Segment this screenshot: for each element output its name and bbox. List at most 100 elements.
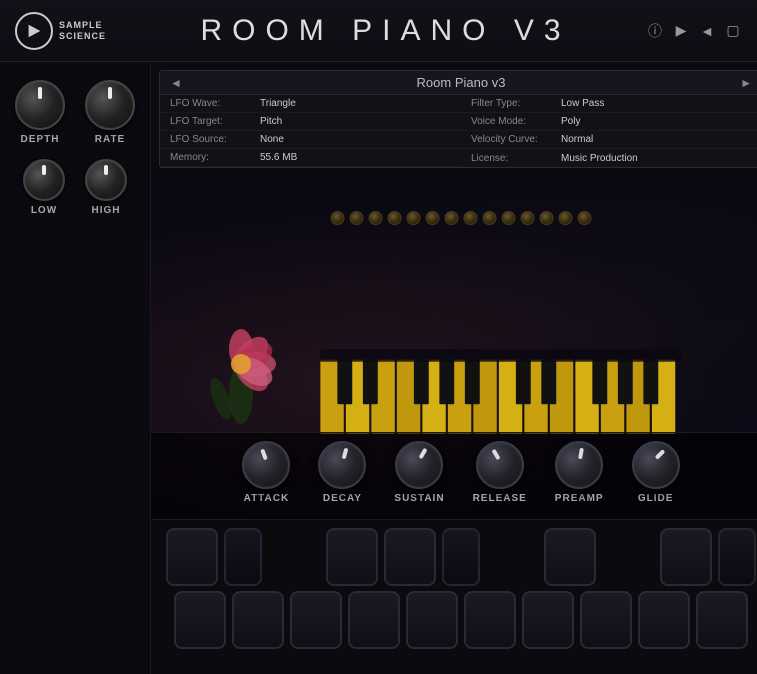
- attack-container: ATTACK: [242, 441, 290, 504]
- voice-mode-row: Voice Mode: Poly: [461, 113, 757, 131]
- sustain-container: SUSTAIN: [394, 441, 444, 504]
- info-icon[interactable]: ⓘ: [646, 21, 664, 41]
- key-pad[interactable]: [544, 528, 596, 586]
- piano-keys-visual: [251, 349, 751, 434]
- info-title-row: ◄ Room Piano v3 ►: [160, 71, 757, 95]
- filter-type-value[interactable]: Low Pass: [561, 98, 752, 109]
- key-pad[interactable]: [638, 591, 690, 649]
- low-label: LOW: [31, 205, 57, 216]
- pad-dot: [521, 211, 535, 225]
- depth-knob-container: DEPTH: [15, 80, 65, 145]
- sustain-label: SUSTAIN: [394, 493, 444, 504]
- preamp-knob[interactable]: [555, 441, 603, 489]
- key-pad[interactable]: [660, 528, 712, 586]
- rate-knob-container: RATE: [85, 80, 135, 145]
- high-knob[interactable]: [85, 159, 127, 201]
- key-pad[interactable]: [174, 591, 226, 649]
- depth-knob[interactable]: [15, 80, 65, 130]
- high-label: HIGH: [92, 205, 121, 216]
- key-pad[interactable]: [464, 591, 516, 649]
- window-icon[interactable]: ▢: [724, 22, 742, 39]
- header: SAMPLE SCIENCE ROOM PIANO V3 ⓘ ▶ ◄ ▢: [0, 0, 757, 62]
- low-knob[interactable]: [23, 159, 65, 201]
- filter-type-row: Filter Type: Low Pass: [461, 95, 757, 113]
- license-value: Music Production: [561, 153, 752, 164]
- piano-area: ATTACK DECAY SUSTAIN RELEASE: [151, 176, 757, 519]
- black-key-pad[interactable]: [718, 528, 756, 586]
- lfo-target-label: LFO Target:: [170, 116, 260, 127]
- left-panel: DEPTH RATE LOW HIGH: [0, 62, 151, 674]
- next-preset-button[interactable]: ►: [740, 76, 752, 90]
- header-icons: ⓘ ▶ ◄ ▢: [646, 21, 742, 41]
- sustain-knob[interactable]: [395, 441, 443, 489]
- main-area: DEPTH RATE LOW HIGH: [0, 62, 757, 674]
- key-pad[interactable]: [232, 591, 284, 649]
- memory-value: 55.6 MB: [260, 152, 451, 163]
- memory-label: Memory:: [170, 152, 260, 163]
- key-pad[interactable]: [290, 591, 342, 649]
- decay-label: DECAY: [323, 493, 362, 504]
- release-container: RELEASE: [473, 441, 527, 504]
- velocity-curve-row: Velocity Curve: Normal: [461, 131, 757, 149]
- key-pad[interactable]: [166, 528, 218, 586]
- preamp-label: PREAMP: [555, 493, 604, 504]
- voice-mode-value[interactable]: Poly: [561, 116, 752, 127]
- rewind-icon[interactable]: ◄: [698, 23, 716, 39]
- release-label: RELEASE: [473, 493, 527, 504]
- lfo-source-value[interactable]: None: [260, 134, 451, 145]
- glide-label: GLIDE: [638, 493, 674, 504]
- voice-mode-label: Voice Mode:: [471, 116, 561, 127]
- glide-container: GLIDE: [632, 441, 680, 504]
- pad-dot: [464, 211, 478, 225]
- velocity-curve-label: Velocity Curve:: [471, 134, 561, 145]
- lfo-wave-label: LFO Wave:: [170, 98, 260, 109]
- center-panel: ◄ Room Piano v3 ► LFO Wave: Triangle Fil…: [151, 62, 757, 674]
- rate-knob[interactable]: [85, 80, 135, 130]
- pad-dots-row: [331, 211, 592, 225]
- key-pad[interactable]: [580, 591, 632, 649]
- prev-preset-button[interactable]: ◄: [170, 76, 182, 90]
- key-pad[interactable]: [696, 591, 748, 649]
- bottom-knob-row: LOW HIGH: [15, 159, 135, 216]
- lfo-wave-value[interactable]: Triangle: [260, 98, 451, 109]
- black-key-pad[interactable]: [224, 528, 262, 586]
- velocity-curve-value[interactable]: Normal: [561, 134, 752, 145]
- preamp-container: PREAMP: [555, 441, 604, 504]
- decay-knob[interactable]: [318, 441, 366, 489]
- play-icon[interactable]: ▶: [672, 22, 690, 39]
- black-key-pad[interactable]: [442, 528, 480, 586]
- keyboard-top-row: [163, 528, 757, 586]
- key-pad[interactable]: [348, 591, 400, 649]
- key-pad[interactable]: [326, 528, 378, 586]
- info-grid: LFO Wave: Triangle Filter Type: Low Pass…: [160, 95, 757, 167]
- pad-dot: [388, 211, 402, 225]
- lfo-target-value[interactable]: Pitch: [260, 116, 451, 127]
- filter-type-label: Filter Type:: [471, 98, 561, 109]
- logo-text: SAMPLE SCIENCE: [59, 20, 106, 42]
- key-pad[interactable]: [406, 591, 458, 649]
- key-pad[interactable]: [522, 591, 574, 649]
- app-title: ROOM PIANO V3: [125, 14, 646, 48]
- low-knob-container: LOW: [23, 159, 65, 216]
- pad-dot: [578, 211, 592, 225]
- memory-row: Memory: 55.6 MB: [160, 149, 461, 167]
- keyboard-section: [151, 519, 757, 674]
- preset-name: Room Piano v3: [182, 75, 740, 90]
- pad-dot: [369, 211, 383, 225]
- lfo-wave-row: LFO Wave: Triangle: [160, 95, 461, 113]
- high-knob-container: HIGH: [85, 159, 127, 216]
- pad-dot: [426, 211, 440, 225]
- logo-icon: [15, 12, 53, 50]
- glide-knob[interactable]: [632, 441, 680, 489]
- lfo-source-row: LFO Source: None: [160, 131, 461, 149]
- pad-dot: [407, 211, 421, 225]
- attack-knob[interactable]: [242, 441, 290, 489]
- key-pad[interactable]: [384, 528, 436, 586]
- pad-dot: [483, 211, 497, 225]
- license-row: License: Music Production: [461, 149, 757, 167]
- attack-label: ATTACK: [244, 493, 290, 504]
- license-label: License:: [471, 153, 561, 164]
- pad-dot: [559, 211, 573, 225]
- release-knob[interactable]: [476, 441, 524, 489]
- lfo-target-row: LFO Target: Pitch: [160, 113, 461, 131]
